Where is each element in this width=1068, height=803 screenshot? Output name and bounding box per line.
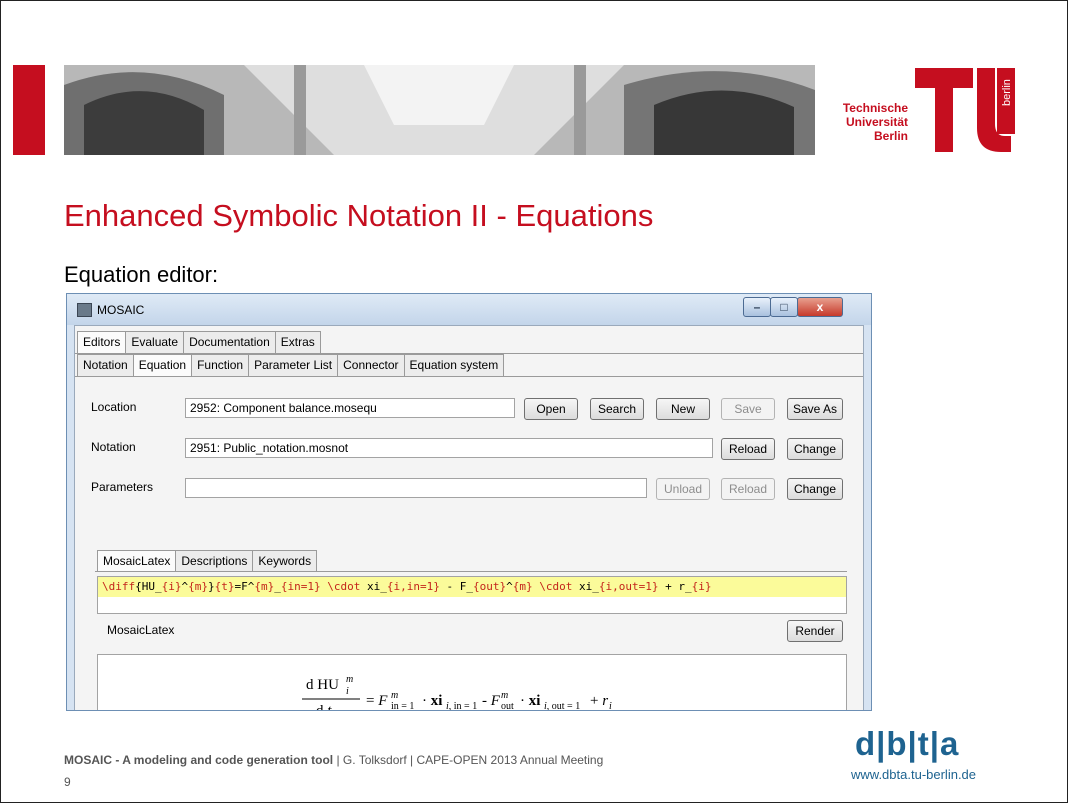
equation-denominator: d t — [316, 703, 332, 711]
tab-documentation[interactable]: Documentation — [183, 331, 276, 353]
tu-berlin-logo: berlin — [915, 68, 1015, 152]
equation-numerator-sub: i — [346, 686, 349, 697]
search-button[interactable]: Search — [590, 398, 644, 420]
header-red-bar — [13, 65, 45, 155]
parameters-label: Parameters — [91, 480, 154, 494]
tab-equation-system[interactable]: Equation system — [403, 354, 505, 376]
parameters-field[interactable] — [185, 478, 647, 498]
tab-function[interactable]: Function — [191, 354, 250, 376]
equation-numerator-sup: m — [346, 674, 353, 685]
dbta-logo: d|b|t|a — [855, 725, 960, 762]
change-parameters-button[interactable]: Change — [787, 478, 843, 500]
tu-berlin-wordmark: Technische Universität Berlin — [842, 101, 908, 143]
dbta-url: www.dbta.tu-berlin.de — [851, 767, 977, 782]
tab-equation[interactable]: Equation — [132, 354, 193, 376]
editor-tabbar: Notation Equation Function Parameter Lis… — [77, 354, 505, 376]
equation-rhs: = F — [366, 693, 388, 709]
window-titlebar[interactable]: MOSAIC – □ x — [67, 294, 871, 325]
tab-parameter-list[interactable]: Parameter List — [248, 354, 339, 376]
svg-text:· xi: · xi — [520, 693, 540, 709]
maximize-button[interactable]: □ — [770, 297, 798, 317]
editor-tab-divider — [75, 376, 863, 377]
svg-text:i: i — [609, 701, 612, 711]
save-button[interactable]: Save — [721, 398, 775, 420]
rendered-equation: d HU m i d t = F m in = 1 · xi i, in = 1… — [302, 674, 612, 711]
app-icon — [77, 303, 92, 317]
window-client-area: Editors Evaluate Documentation Extras No… — [74, 325, 864, 711]
svg-text:out: out — [501, 701, 514, 711]
svg-text:+ r: + r — [590, 693, 608, 709]
change-notation-button[interactable]: Change — [787, 438, 843, 460]
window-title: MOSAIC — [97, 303, 145, 317]
latex-source-line[interactable]: \diff{HU_{i}^{m}}{t}=F^{m}_{in=1} \cdot … — [98, 577, 846, 597]
tab-editors[interactable]: Editors — [77, 331, 127, 353]
tab-mosaiclatex[interactable]: MosaicLatex — [97, 550, 177, 572]
latex-tab-divider — [95, 571, 847, 572]
slide-title: Enhanced Symbolic Notation II - Equation… — [64, 198, 654, 233]
tab-notation[interactable]: Notation — [77, 354, 134, 376]
equation-numerator: d HU — [306, 677, 339, 693]
slide-subtitle: Equation editor: — [64, 262, 219, 287]
svg-text:i, out = 1: i, out = 1 — [544, 701, 580, 711]
mosaiclatex-label: MosaicLatex — [107, 623, 175, 637]
location-field[interactable]: 2952: Component balance.mosequ — [185, 398, 515, 418]
close-button[interactable]: x — [797, 297, 843, 317]
svg-text:i, in = 1: i, in = 1 — [446, 701, 477, 711]
tab-connector[interactable]: Connector — [337, 354, 405, 376]
header-photo — [64, 65, 815, 155]
reload-parameters-button[interactable]: Reload — [721, 478, 775, 500]
location-label: Location — [91, 400, 137, 414]
open-button[interactable]: Open — [524, 398, 578, 420]
svg-text:· xi: · xi — [422, 693, 442, 709]
tab-extras[interactable]: Extras — [274, 331, 321, 353]
tab-descriptions[interactable]: Descriptions — [175, 550, 254, 572]
latex-source-editor[interactable]: \diff{HU_{i}^{m}}{t}=F^{m}_{in=1} \cdot … — [97, 576, 847, 614]
notation-field[interactable]: 2951: Public_notation.mosnot — [185, 438, 713, 458]
reload-notation-button[interactable]: Reload — [721, 438, 775, 460]
svg-text:in = 1: in = 1 — [391, 701, 414, 711]
mosaic-window: MOSAIC – □ x Editors Evaluate Documentat… — [66, 293, 872, 711]
latex-editor-tabbar: MosaicLatex Descriptions Keywords — [97, 550, 318, 572]
minimize-button[interactable]: – — [743, 297, 771, 317]
main-tabbar: Editors Evaluate Documentation Extras — [77, 331, 321, 353]
svg-text:- F: - F — [482, 693, 501, 709]
render-button[interactable]: Render — [787, 620, 843, 642]
save-as-button[interactable]: Save As — [787, 398, 843, 420]
tab-keywords[interactable]: Keywords — [252, 550, 318, 572]
notation-label: Notation — [91, 440, 136, 454]
svg-text:berlin: berlin — [1001, 79, 1013, 106]
svg-text:m: m — [501, 690, 508, 701]
footer-citation: MOSAIC - A modeling and code generation … — [64, 753, 604, 767]
tab-evaluate[interactable]: Evaluate — [125, 331, 185, 353]
unload-button[interactable]: Unload — [656, 478, 710, 500]
svg-text:m: m — [391, 690, 398, 701]
rendered-equation-panel: d HU m i d t = F m in = 1 · xi i, in = 1… — [97, 654, 847, 711]
page-number: 9 — [64, 775, 71, 789]
new-button[interactable]: New — [656, 398, 710, 420]
